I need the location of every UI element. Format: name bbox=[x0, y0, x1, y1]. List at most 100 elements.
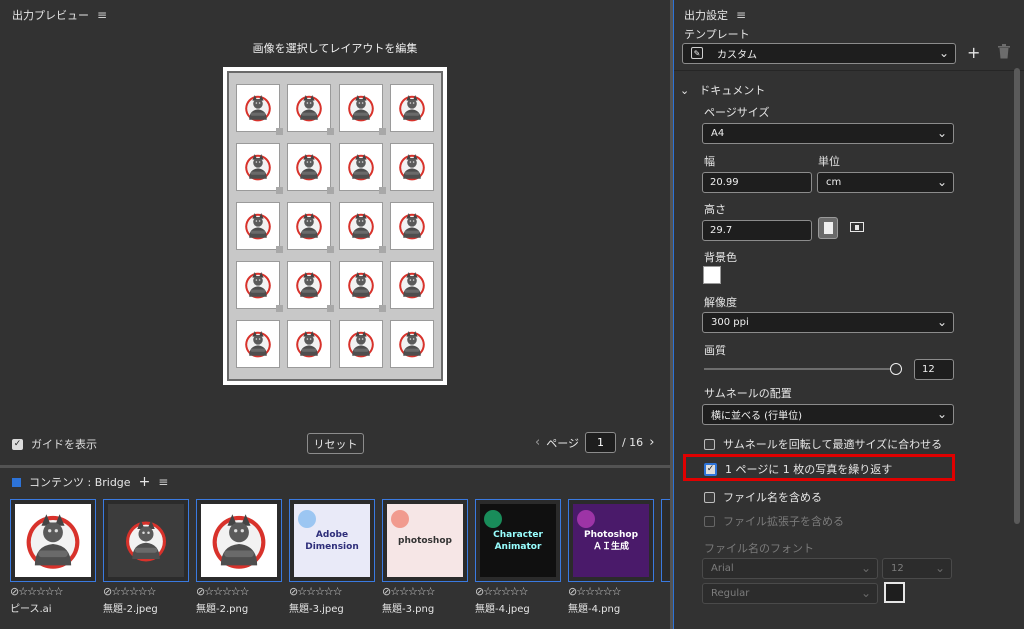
unit-dropdown[interactable]: cm ⌄ bbox=[817, 172, 954, 193]
page-size-dropdown[interactable]: A4 ⌄ bbox=[702, 123, 954, 144]
grid-cell[interactable] bbox=[287, 143, 332, 191]
background-color-swatch[interactable] bbox=[703, 266, 721, 284]
grid-gap-marker bbox=[276, 246, 284, 253]
thumbnail-filename: 無題-2.jpeg bbox=[103, 604, 158, 615]
grid-gap-marker bbox=[327, 187, 335, 194]
mascot-image bbox=[345, 209, 377, 244]
preview-page[interactable] bbox=[223, 67, 447, 385]
grid-cell[interactable] bbox=[287, 202, 332, 250]
template-dropdown[interactable]: ✎ カスタム ⌄ bbox=[682, 43, 956, 64]
grid-cell[interactable] bbox=[389, 84, 434, 132]
content-thumbnail[interactable]: Adobe Dimension ⊘☆☆☆☆☆ 無題-3.jpeg bbox=[289, 499, 375, 615]
grid-cell[interactable] bbox=[389, 261, 434, 309]
thumbnail-graphic bbox=[484, 510, 502, 528]
grid-cell[interactable] bbox=[287, 261, 332, 309]
next-page-icon[interactable]: › bbox=[649, 435, 654, 450]
star-rating[interactable]: ⊘☆☆☆☆☆ bbox=[475, 585, 561, 598]
rotate-thumbnails-option[interactable]: サムネールを回転して最適サイズに合わせる bbox=[704, 436, 942, 452]
rotate-thumbnails-checkbox[interactable] bbox=[704, 438, 715, 450]
chevron-down-icon: ⌄ bbox=[936, 126, 947, 140]
thumbnail-frame[interactable] bbox=[10, 499, 96, 582]
width-input[interactable]: 20.99 bbox=[702, 172, 812, 193]
grid-cell[interactable] bbox=[389, 202, 434, 250]
grid-gap-marker bbox=[327, 305, 335, 312]
content-thumbnail[interactable]: Photoshop ＡＩ生成 ⊘☆☆☆☆☆ 無題-4.png bbox=[568, 499, 654, 615]
height-input[interactable]: 29.7 bbox=[702, 220, 812, 241]
show-guide-checkbox[interactable]: ✓ bbox=[12, 438, 23, 450]
grid-cell[interactable] bbox=[236, 320, 281, 368]
content-thumbnail[interactable]: photoshop ⊘☆☆☆☆☆ 無題-3.png bbox=[382, 499, 468, 615]
show-guide-toggle[interactable]: ✓ ガイドを表示 bbox=[12, 436, 97, 452]
quality-slider-thumb[interactable] bbox=[890, 363, 902, 375]
thumbnail-frame[interactable]: Character Animator bbox=[475, 499, 561, 582]
mascot-image bbox=[345, 150, 377, 185]
settings-scrollbar[interactable] bbox=[1014, 68, 1020, 524]
grid-cell[interactable] bbox=[389, 320, 434, 368]
chevron-down-icon: ⌄ bbox=[938, 46, 949, 60]
grid-cell[interactable] bbox=[338, 84, 383, 132]
star-rating[interactable]: ⊘☆☆☆☆☆ bbox=[10, 585, 96, 598]
trash-icon[interactable] bbox=[997, 44, 1011, 63]
grid-cell[interactable] bbox=[236, 261, 281, 309]
thumbnail-frame[interactable] bbox=[196, 499, 282, 582]
panel-menu-icon[interactable]: ≡ bbox=[158, 475, 168, 489]
star-rating[interactable]: ⊘☆☆☆☆☆ bbox=[103, 585, 189, 598]
portrait-icon bbox=[823, 222, 833, 234]
mascot-image bbox=[293, 209, 325, 244]
grid-gap-marker bbox=[378, 128, 386, 135]
grid-gap-marker bbox=[378, 187, 386, 194]
document-section-header[interactable]: ⌄ ドキュメント bbox=[680, 82, 765, 98]
prev-page-icon[interactable]: ‹ bbox=[535, 435, 540, 450]
grid-gap-marker bbox=[378, 246, 386, 253]
grid-cell[interactable] bbox=[287, 320, 332, 368]
content-thumbnail[interactable]: ⊘☆☆☆☆☆ ピース.ai bbox=[10, 499, 96, 615]
mascot-image bbox=[396, 209, 428, 244]
include-filename-option[interactable]: ファイル名を含める bbox=[704, 489, 822, 505]
grid-cell[interactable] bbox=[338, 320, 383, 368]
thumbnail-graphic bbox=[298, 510, 316, 528]
page-label: ページ bbox=[546, 436, 579, 450]
portrait-orientation-button[interactable] bbox=[818, 217, 838, 239]
star-rating[interactable]: ⊘☆☆☆☆☆ bbox=[289, 585, 375, 598]
add-icon[interactable]: + bbox=[139, 474, 151, 490]
grid-cell[interactable] bbox=[338, 143, 383, 191]
content-thumbnail[interactable]: ⊘☆☆☆☆☆ 無題-2.jpeg bbox=[103, 499, 189, 615]
reset-button[interactable]: リセット bbox=[307, 433, 364, 454]
star-rating[interactable]: ⊘☆☆☆☆☆ bbox=[568, 585, 654, 598]
thumbnail-frame[interactable] bbox=[103, 499, 189, 582]
grid-cell[interactable] bbox=[236, 202, 281, 250]
page-number-input[interactable]: 1 bbox=[584, 432, 616, 453]
page-total: / 16 bbox=[621, 436, 644, 449]
thumbnail-image bbox=[108, 504, 184, 577]
star-rating[interactable]: ⊘☆☆☆☆☆ bbox=[382, 585, 468, 598]
thumbnail-frame[interactable] bbox=[661, 499, 670, 582]
grid-cell[interactable] bbox=[389, 143, 434, 191]
grid-cell[interactable] bbox=[236, 84, 281, 132]
include-filename-checkbox[interactable] bbox=[704, 491, 715, 503]
grid-cell[interactable] bbox=[236, 143, 281, 191]
thumbnail-frame[interactable]: Adobe Dimension bbox=[289, 499, 375, 582]
landscape-orientation-button[interactable] bbox=[850, 222, 864, 232]
panel-menu-icon[interactable]: ≡ bbox=[97, 8, 107, 22]
add-template-icon[interactable]: + bbox=[967, 43, 980, 62]
quality-input[interactable]: 12 bbox=[914, 359, 954, 380]
quality-slider-track[interactable] bbox=[704, 363, 902, 375]
content-thumbnail[interactable]: Character Animator ⊘☆☆☆☆☆ 無題-4.jpeg bbox=[475, 499, 561, 615]
panel-menu-icon[interactable]: ≡ bbox=[736, 8, 746, 22]
grid-gap-marker bbox=[276, 305, 284, 312]
thumbnail-layout-dropdown[interactable]: 横に並べる (行単位) ⌄ bbox=[702, 404, 954, 425]
content-thumbnail-partial[interactable] bbox=[661, 499, 670, 582]
star-rating[interactable]: ⊘☆☆☆☆☆ bbox=[196, 585, 282, 598]
grid-cell[interactable] bbox=[338, 261, 383, 309]
font-family-dropdown: Arial ⌄ bbox=[702, 558, 878, 579]
grid-cell[interactable] bbox=[338, 202, 383, 250]
resolution-dropdown[interactable]: 300 ppi ⌄ bbox=[702, 312, 954, 333]
content-thumbnail[interactable]: ⊘☆☆☆☆☆ 無題-2.png bbox=[196, 499, 282, 615]
mascot-image bbox=[396, 268, 428, 303]
thumbnail-frame[interactable]: Photoshop ＡＩ生成 bbox=[568, 499, 654, 582]
background-color-label: 背景色 bbox=[704, 251, 737, 264]
thumbnail-frame[interactable]: photoshop bbox=[382, 499, 468, 582]
grid-cell[interactable] bbox=[287, 84, 332, 132]
mascot-image bbox=[293, 327, 325, 362]
mascot-image bbox=[242, 268, 274, 303]
